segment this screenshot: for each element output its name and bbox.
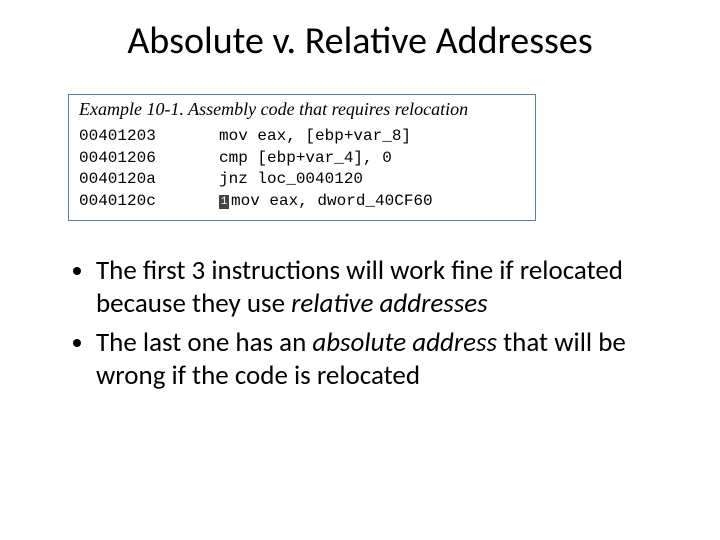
code-address: 0040120c [79,191,219,213]
code-listing: 00401203 mov eax, [ebp+var_8] 00401206 c… [79,126,525,212]
slide: Absolute v. Relative Addresses Example 1… [0,0,720,540]
slide-title: Absolute v. Relative Addresses [0,0,720,74]
bullet-emphasis: absolute address [312,326,497,359]
code-line: 00401206 cmp [ebp+var_4], 0 [79,148,525,170]
code-address: 0040120a [79,169,219,191]
code-line: 0040120a jnz loc_0040120 [79,169,525,191]
code-example-box: Example 10-1. Assembly code that require… [68,94,536,221]
bullet-item: The last one has an absolute address tha… [96,327,660,393]
callout-marker-icon: 1 [219,195,229,209]
bullet-list: The first 3 instructions will work fine … [72,255,660,393]
code-address: 00401203 [79,126,219,148]
code-instruction-text: mov eax, dword_40CF60 [231,192,433,210]
code-line: 00401203 mov eax, [ebp+var_8] [79,126,525,148]
code-instruction: cmp [ebp+var_4], 0 [219,148,392,170]
code-instruction: jnz loc_0040120 [219,169,363,191]
bullet-item: The first 3 instructions will work fine … [96,255,660,321]
code-caption: Example 10-1. Assembly code that require… [79,99,525,120]
code-line: 0040120c 1mov eax, dword_40CF60 [79,191,525,213]
bullet-text: The last one has an [96,326,312,359]
code-instruction: 1mov eax, dword_40CF60 [219,191,433,213]
bullet-emphasis: relative addresses [291,287,488,320]
code-address: 00401206 [79,148,219,170]
code-instruction: mov eax, [ebp+var_8] [219,126,411,148]
